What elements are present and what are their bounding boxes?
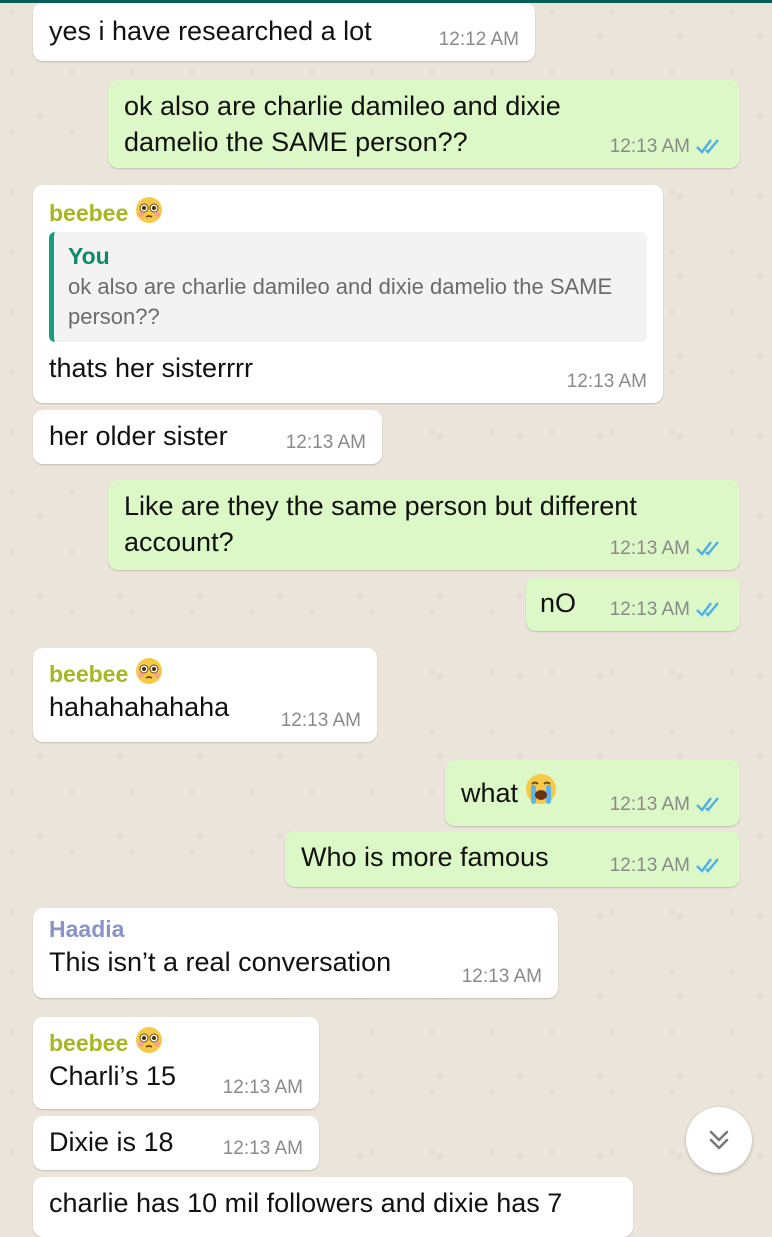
message-time: 12:13 AM xyxy=(222,1138,303,1159)
message-time: 12:13 AM xyxy=(461,966,542,987)
message-incoming-partial[interactable]: charlie has 10 mil followers and dixie h… xyxy=(33,1177,633,1237)
message-incoming[interactable]: Dixie is 18 12:13 AM xyxy=(33,1116,319,1170)
sender-name: beebee xyxy=(49,656,361,689)
message-time: 12:13 AM xyxy=(610,136,724,158)
message-time: 12:13 AM xyxy=(610,855,724,877)
flushed-face-emoji xyxy=(136,1027,163,1053)
message-text: her older sister xyxy=(49,421,228,451)
quoted-sender: You xyxy=(68,243,110,269)
double-check-icon xyxy=(696,139,719,154)
message-time: 12:13 AM xyxy=(222,1077,303,1098)
sender-name: beebee xyxy=(49,195,647,228)
message-time: 12:13 AM xyxy=(610,538,724,560)
message-outgoing[interactable]: nO 12:13 AM xyxy=(526,577,740,631)
message-text: Dixie is 18 xyxy=(49,1127,174,1157)
quoted-message[interactable]: You ok also are charlie damileo and dixi… xyxy=(49,232,647,342)
sender-name: Haadia xyxy=(49,916,125,942)
message-text: Who is more famous xyxy=(301,842,549,872)
message-time: 12:13 AM xyxy=(280,710,361,731)
message-outgoing[interactable]: ok also are charlie damileo and dixie da… xyxy=(108,80,740,168)
message-text: charlie has 10 mil followers and dixie h… xyxy=(49,1188,563,1218)
message-time: 12:13 AM xyxy=(610,794,724,816)
double-check-icon xyxy=(696,602,719,617)
double-check-icon xyxy=(696,797,719,812)
message-incoming[interactable]: Haadia This isn’t a real conversation 12… xyxy=(33,908,558,998)
message-text: ok also are charlie damileo and dixie da… xyxy=(124,91,561,157)
message-text: yes i have researched a lot xyxy=(49,16,372,46)
message-incoming[interactable]: beebee Charli’s 15 12:13 AM xyxy=(33,1017,319,1109)
message-time: 12:12 AM xyxy=(438,29,519,50)
message-outgoing[interactable]: Who is more famous 12:13 AM xyxy=(285,831,740,887)
quoted-text: ok also are charlie damileo and dixie da… xyxy=(68,274,613,329)
message-time: 12:13 AM xyxy=(610,599,724,621)
loudly-crying-face-emoji xyxy=(526,774,557,804)
message-time: 12:13 AM xyxy=(285,432,366,453)
message-text: nO xyxy=(540,588,577,618)
message-text: thats her sisterrrr xyxy=(49,353,254,383)
message-incoming[interactable]: her older sister 12:13 AM xyxy=(33,410,382,464)
message-outgoing[interactable]: Like are they the same person but differ… xyxy=(108,480,740,570)
double-check-icon xyxy=(696,858,719,873)
message-time: 12:13 AM xyxy=(566,371,647,392)
message-outgoing[interactable]: what 12:13 AM xyxy=(445,760,740,826)
flushed-face-emoji xyxy=(136,658,163,684)
message-text: what xyxy=(461,774,558,808)
scroll-to-bottom-button[interactable] xyxy=(686,1107,752,1173)
sender-name: beebee xyxy=(49,1025,303,1058)
double-check-icon xyxy=(696,541,719,556)
message-incoming-reply[interactable]: beebee You ok also are charlie damileo a… xyxy=(33,185,663,403)
flushed-face-emoji xyxy=(136,197,163,223)
message-incoming[interactable]: yes i have researched a lot 12:12 AM xyxy=(33,3,535,61)
message-incoming[interactable]: beebee hahahahahaha 12:13 AM xyxy=(33,648,377,742)
chevron-double-down-icon xyxy=(709,1130,729,1150)
